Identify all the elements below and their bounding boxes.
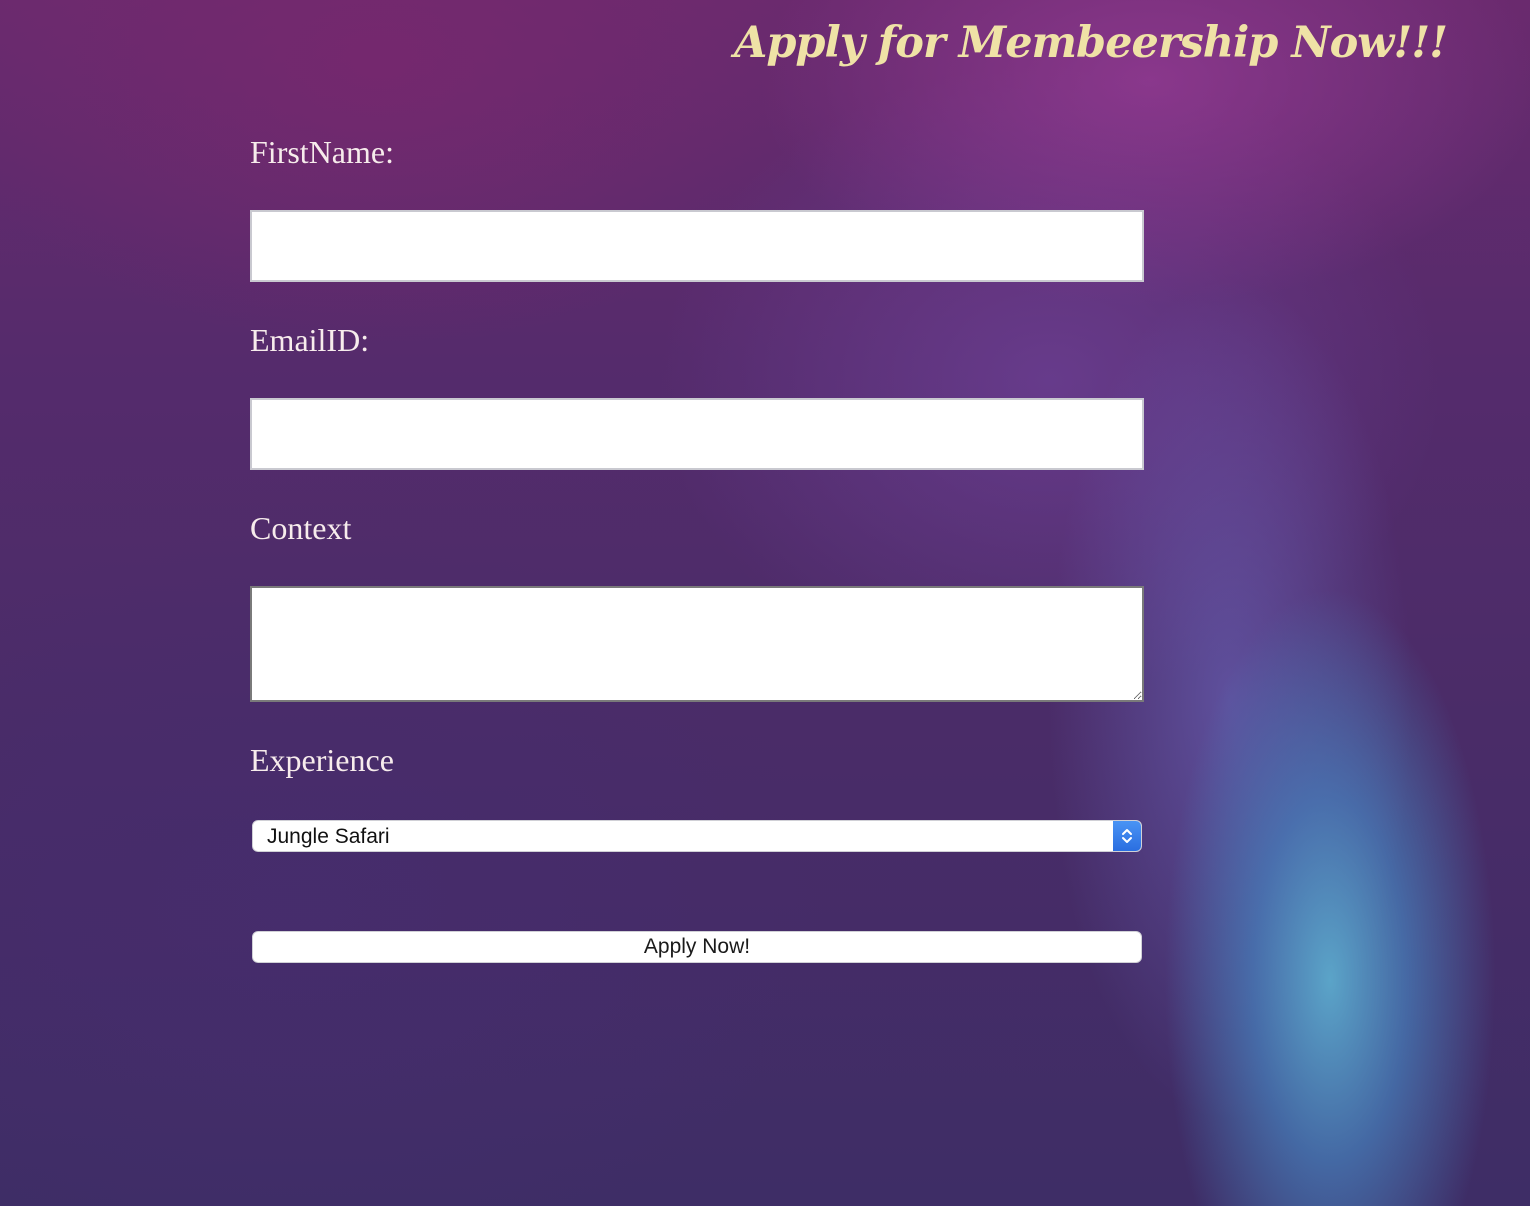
context-textarea[interactable]: [250, 586, 1144, 702]
experience-select[interactable]: Jungle Safari: [252, 820, 1142, 852]
page-title: Apply for Membeership Now!!!: [734, 18, 1448, 68]
email-label: EmailID:: [250, 322, 370, 358]
first-name-label: FirstName:: [250, 134, 394, 170]
chevron-up-down-icon[interactable]: [1113, 821, 1141, 851]
email-input[interactable]: [250, 398, 1144, 470]
experience-label: Experience: [250, 742, 394, 778]
first-name-input[interactable]: [250, 210, 1144, 282]
context-label: Context: [250, 510, 352, 546]
experience-selected-value: Jungle Safari: [267, 825, 390, 848]
apply-now-button[interactable]: Apply Now!: [252, 931, 1142, 963]
